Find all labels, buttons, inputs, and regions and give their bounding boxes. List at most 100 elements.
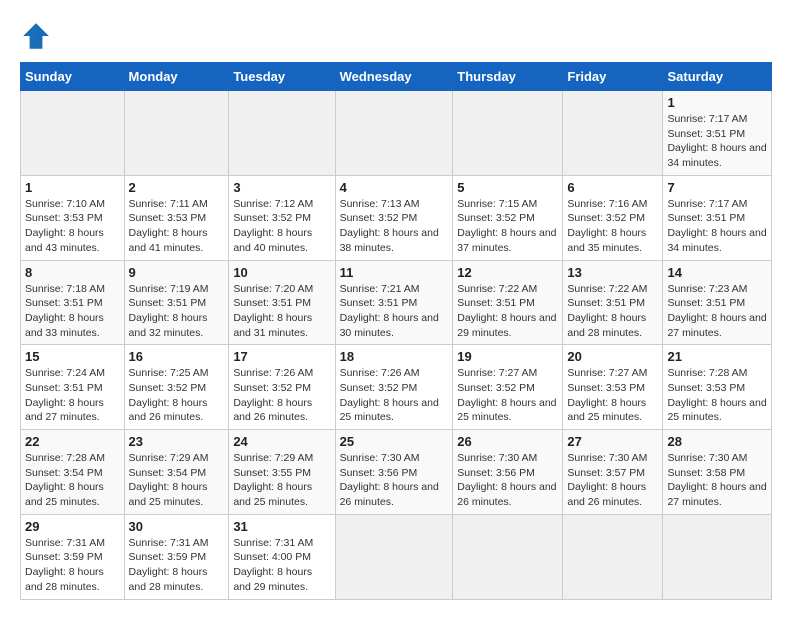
day-info: Sunrise: 7:25 AM Sunset: 3:52 PM Dayligh… [129,366,225,425]
calendar-cell: 23 Sunrise: 7:29 AM Sunset: 3:54 PM Dayl… [124,430,229,515]
day-info: Sunrise: 7:30 AM Sunset: 3:56 PM Dayligh… [340,451,449,510]
day-number: 16 [129,349,225,364]
day-info: Sunrise: 7:22 AM Sunset: 3:51 PM Dayligh… [457,282,558,341]
calendar-cell: 13 Sunrise: 7:22 AM Sunset: 3:51 PM Dayl… [563,260,663,345]
calendar-cell: 28 Sunrise: 7:30 AM Sunset: 3:58 PM Dayl… [663,430,772,515]
calendar-cell: 9 Sunrise: 7:19 AM Sunset: 3:51 PM Dayli… [124,260,229,345]
calendar-cell: 31 Sunrise: 7:31 AM Sunset: 4:00 PM Dayl… [229,514,335,599]
day-number: 17 [233,349,330,364]
calendar-cell: 27 Sunrise: 7:30 AM Sunset: 3:57 PM Dayl… [563,430,663,515]
calendar-cell: 8 Sunrise: 7:18 AM Sunset: 3:51 PM Dayli… [21,260,125,345]
day-info: Sunrise: 7:26 AM Sunset: 3:52 PM Dayligh… [233,366,330,425]
day-number: 26 [457,434,558,449]
day-number: 2 [129,180,225,195]
calendar-cell: 12 Sunrise: 7:22 AM Sunset: 3:51 PM Dayl… [453,260,563,345]
day-number: 24 [233,434,330,449]
calendar-week-row: 29 Sunrise: 7:31 AM Sunset: 3:59 PM Dayl… [21,514,772,599]
day-number: 9 [129,265,225,280]
day-info: Sunrise: 7:31 AM Sunset: 4:00 PM Dayligh… [233,536,330,595]
calendar-cell: 25 Sunrise: 7:30 AM Sunset: 3:56 PM Dayl… [335,430,453,515]
day-number: 19 [457,349,558,364]
calendar-cell: 10 Sunrise: 7:20 AM Sunset: 3:51 PM Dayl… [229,260,335,345]
day-info: Sunrise: 7:29 AM Sunset: 3:54 PM Dayligh… [129,451,225,510]
calendar-cell [563,91,663,176]
day-number: 1 [25,180,120,195]
day-info: Sunrise: 7:18 AM Sunset: 3:51 PM Dayligh… [25,282,120,341]
day-info: Sunrise: 7:28 AM Sunset: 3:54 PM Dayligh… [25,451,120,510]
day-number: 6 [567,180,658,195]
header-row: SundayMondayTuesdayWednesdayThursdayFrid… [21,63,772,91]
header [20,20,772,52]
day-info: Sunrise: 7:12 AM Sunset: 3:52 PM Dayligh… [233,197,330,256]
calendar-cell: 4 Sunrise: 7:13 AM Sunset: 3:52 PM Dayli… [335,175,453,260]
day-info: Sunrise: 7:30 AM Sunset: 3:56 PM Dayligh… [457,451,558,510]
day-number: 22 [25,434,120,449]
calendar-week-row: 22 Sunrise: 7:28 AM Sunset: 3:54 PM Dayl… [21,430,772,515]
calendar-week-row: 15 Sunrise: 7:24 AM Sunset: 3:51 PM Dayl… [21,345,772,430]
weekday-header: Wednesday [335,63,453,91]
calendar-cell: 20 Sunrise: 7:27 AM Sunset: 3:53 PM Dayl… [563,345,663,430]
day-info: Sunrise: 7:23 AM Sunset: 3:51 PM Dayligh… [667,282,767,341]
day-info: Sunrise: 7:15 AM Sunset: 3:52 PM Dayligh… [457,197,558,256]
day-info: Sunrise: 7:27 AM Sunset: 3:53 PM Dayligh… [567,366,658,425]
day-info: Sunrise: 7:31 AM Sunset: 3:59 PM Dayligh… [25,536,120,595]
calendar-cell: 11 Sunrise: 7:21 AM Sunset: 3:51 PM Dayl… [335,260,453,345]
day-number: 15 [25,349,120,364]
calendar-cell: 26 Sunrise: 7:30 AM Sunset: 3:56 PM Dayl… [453,430,563,515]
day-info: Sunrise: 7:26 AM Sunset: 3:52 PM Dayligh… [340,366,449,425]
day-info: Sunrise: 7:19 AM Sunset: 3:51 PM Dayligh… [129,282,225,341]
weekday-header: Friday [563,63,663,91]
calendar-cell: 22 Sunrise: 7:28 AM Sunset: 3:54 PM Dayl… [21,430,125,515]
calendar-cell [453,514,563,599]
calendar-week-row: 1 Sunrise: 7:17 AM Sunset: 3:51 PM Dayli… [21,91,772,176]
day-number: 5 [457,180,558,195]
calendar-cell: 2 Sunrise: 7:11 AM Sunset: 3:53 PM Dayli… [124,175,229,260]
calendar-cell: 15 Sunrise: 7:24 AM Sunset: 3:51 PM Dayl… [21,345,125,430]
day-number: 7 [667,180,767,195]
day-number: 3 [233,180,330,195]
day-number: 25 [340,434,449,449]
day-number: 14 [667,265,767,280]
day-info: Sunrise: 7:16 AM Sunset: 3:52 PM Dayligh… [567,197,658,256]
day-info: Sunrise: 7:17 AM Sunset: 3:51 PM Dayligh… [667,112,767,171]
calendar-cell [335,514,453,599]
day-info: Sunrise: 7:22 AM Sunset: 3:51 PM Dayligh… [567,282,658,341]
calendar-week-row: 8 Sunrise: 7:18 AM Sunset: 3:51 PM Dayli… [21,260,772,345]
day-info: Sunrise: 7:30 AM Sunset: 3:58 PM Dayligh… [667,451,767,510]
calendar-cell [21,91,125,176]
logo-icon [20,20,52,52]
calendar-cell: 16 Sunrise: 7:25 AM Sunset: 3:52 PM Dayl… [124,345,229,430]
day-number: 28 [667,434,767,449]
day-number: 31 [233,519,330,534]
weekday-header: Thursday [453,63,563,91]
calendar-cell [335,91,453,176]
day-number: 1 [667,95,767,110]
calendar-cell [124,91,229,176]
day-number: 30 [129,519,225,534]
calendar-cell [563,514,663,599]
calendar-cell: 7 Sunrise: 7:17 AM Sunset: 3:51 PM Dayli… [663,175,772,260]
calendar-cell: 3 Sunrise: 7:12 AM Sunset: 3:52 PM Dayli… [229,175,335,260]
day-info: Sunrise: 7:27 AM Sunset: 3:52 PM Dayligh… [457,366,558,425]
weekday-header: Monday [124,63,229,91]
day-info: Sunrise: 7:10 AM Sunset: 3:53 PM Dayligh… [25,197,120,256]
day-info: Sunrise: 7:17 AM Sunset: 3:51 PM Dayligh… [667,197,767,256]
calendar-cell: 21 Sunrise: 7:28 AM Sunset: 3:53 PM Dayl… [663,345,772,430]
calendar-cell: 30 Sunrise: 7:31 AM Sunset: 3:59 PM Dayl… [124,514,229,599]
day-info: Sunrise: 7:11 AM Sunset: 3:53 PM Dayligh… [129,197,225,256]
day-number: 23 [129,434,225,449]
day-number: 18 [340,349,449,364]
day-info: Sunrise: 7:13 AM Sunset: 3:52 PM Dayligh… [340,197,449,256]
day-number: 27 [567,434,658,449]
day-info: Sunrise: 7:20 AM Sunset: 3:51 PM Dayligh… [233,282,330,341]
calendar-cell: 29 Sunrise: 7:31 AM Sunset: 3:59 PM Dayl… [21,514,125,599]
calendar-cell [663,514,772,599]
weekday-header: Saturday [663,63,772,91]
calendar-cell: 1 Sunrise: 7:10 AM Sunset: 3:53 PM Dayli… [21,175,125,260]
day-info: Sunrise: 7:29 AM Sunset: 3:55 PM Dayligh… [233,451,330,510]
day-number: 13 [567,265,658,280]
calendar-cell: 6 Sunrise: 7:16 AM Sunset: 3:52 PM Dayli… [563,175,663,260]
calendar-cell: 1 Sunrise: 7:17 AM Sunset: 3:51 PM Dayli… [663,91,772,176]
calendar-cell: 24 Sunrise: 7:29 AM Sunset: 3:55 PM Dayl… [229,430,335,515]
calendar-week-row: 1 Sunrise: 7:10 AM Sunset: 3:53 PM Dayli… [21,175,772,260]
